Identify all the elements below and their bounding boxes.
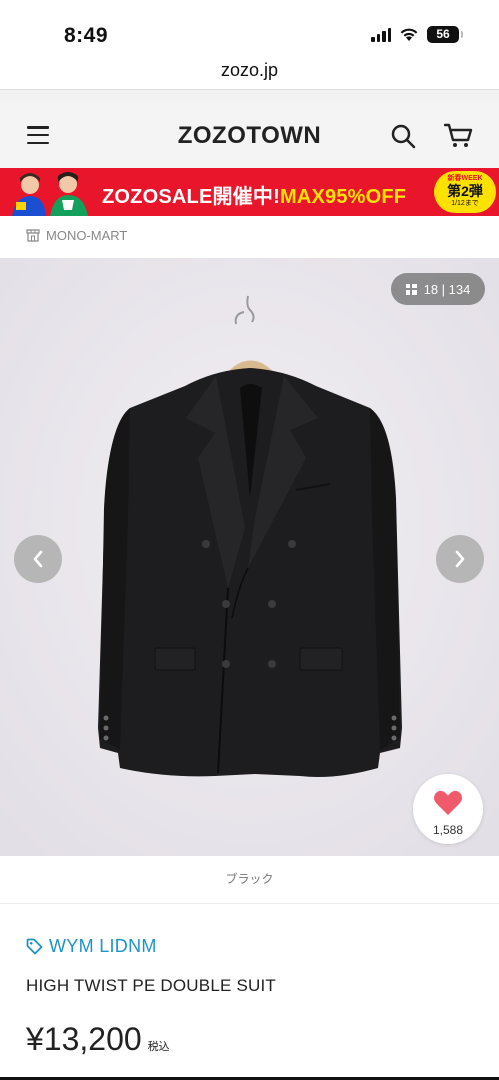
banner-main-text: ZOZOSALE開催中! (102, 186, 280, 208)
badge-main-text: 第2弾 (447, 183, 483, 199)
shop-link[interactable]: MONO-MART (26, 228, 127, 243)
cart-icon[interactable] (444, 123, 474, 149)
grid-icon (405, 283, 417, 295)
chevron-left-icon (33, 550, 43, 568)
separator (0, 90, 499, 102)
chevron-right-icon (455, 550, 465, 568)
product-name: HIGH TWIST PE DOUBLE SUIT (26, 976, 276, 995)
image-counter[interactable]: 18 | 134 (391, 273, 485, 305)
status-icons: 56 (371, 26, 463, 43)
brand-logo[interactable]: ZOZOTOWN (0, 122, 499, 150)
next-image-button[interactable] (436, 535, 484, 583)
previous-image-button[interactable] (14, 535, 62, 583)
signal-icon (371, 27, 391, 42)
badge-top-text: 新春WEEK (447, 175, 483, 182)
brand-name: WYM LIDNM (49, 936, 157, 956)
favorite-button[interactable]: 1,588 (413, 774, 483, 844)
image-counter-text: 18 | 134 (423, 281, 471, 297)
heart-icon (433, 790, 463, 815)
tax-label: 税込 (147, 1041, 170, 1053)
brand-link[interactable]: WYM LIDNM (26, 936, 157, 957)
banner-models-image (12, 172, 88, 216)
sale-banner[interactable]: ZOZOSALE開催中!MAX95%OFF 新春WEEK 第2弾 1/12まで (0, 168, 499, 216)
product-image-gallery[interactable]: 18 | 134 1,588 (0, 258, 499, 856)
tag-icon (26, 938, 43, 955)
price-row: ¥13,200 税込 (26, 1021, 170, 1058)
color-name: ブラック (225, 872, 274, 886)
favorite-count: 1,588 (432, 823, 464, 837)
divider (0, 903, 499, 904)
badge-date-text: 1/12まで (451, 200, 479, 207)
store-icon (26, 229, 40, 242)
wifi-icon (400, 28, 418, 41)
product-photo (0, 258, 499, 856)
shop-name: MONO-MART (46, 228, 128, 243)
status-time: 8:49 (64, 24, 109, 47)
search-icon[interactable] (390, 123, 416, 149)
product-price: ¥13,200 (26, 1021, 142, 1057)
app-header: ZOZOTOWN (0, 102, 499, 168)
banner-badge: 新春WEEK 第2弾 1/12まで (434, 171, 496, 213)
url-bar[interactable]: zozo.jp (0, 56, 499, 90)
status-bar: 8:49 56 (0, 0, 499, 56)
battery-icon: 56 (427, 26, 463, 43)
banner-discount-text: MAX95%OFF (279, 186, 407, 208)
banner-text: ZOZOSALE開催中!MAX95%OFF (102, 180, 406, 209)
